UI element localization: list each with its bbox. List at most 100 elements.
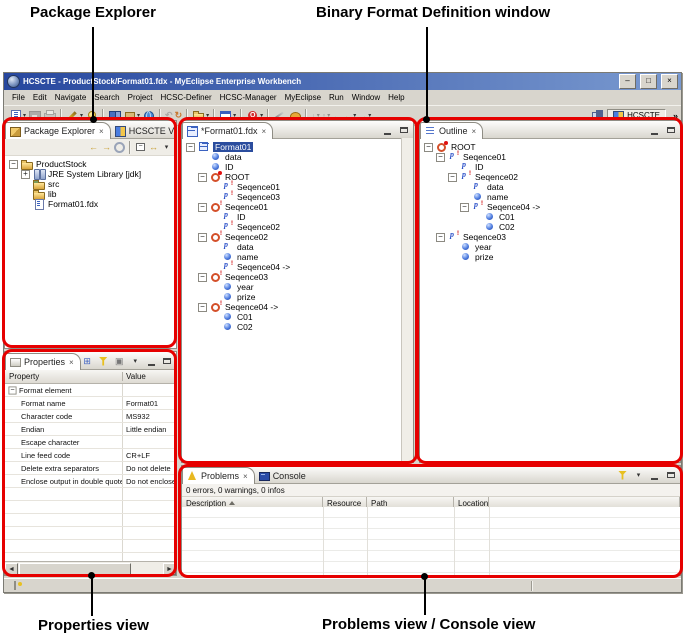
property-row-format-name[interactable]: Format nameFormat01 <box>5 397 176 410</box>
column-property[interactable]: Property <box>5 372 123 381</box>
tab-console[interactable]: Console <box>255 468 312 483</box>
tree-item-prize[interactable]: prize <box>420 252 680 262</box>
maximize-view-button[interactable] <box>664 469 677 481</box>
menu-help[interactable]: Help <box>384 92 408 103</box>
collapse-all-button[interactable] <box>134 141 147 153</box>
close-tab-icon[interactable]: × <box>262 127 267 136</box>
tree-item-seqence01[interactable]: Seqence01 <box>182 182 413 192</box>
filter-properties-button[interactable] <box>97 355 110 367</box>
expander-icon[interactable]: − <box>186 143 195 152</box>
expander-icon[interactable]: − <box>198 173 207 182</box>
tree-item-id[interactable]: ID <box>182 212 413 222</box>
tree-item-c02[interactable]: C02 <box>182 322 413 332</box>
tree-item-seqence02[interactable]: −Seqence02 <box>420 172 680 182</box>
menu-project[interactable]: Project <box>124 92 157 103</box>
expander-icon[interactable]: − <box>448 173 457 182</box>
expander-icon[interactable]: − <box>424 143 433 152</box>
titlebar[interactable]: HCSCTE - ProductStock/Format01.fdx - MyE… <box>4 73 681 90</box>
link-with-editor-button[interactable]: ↔ <box>147 141 160 153</box>
tree-item-productstock[interactable]: −ProductStock <box>5 159 176 169</box>
tree-item-seqence02[interactable]: −Seqence02 <box>182 232 413 242</box>
restore-default-button[interactable]: ▣ <box>113 355 126 367</box>
tree-item-seqence04[interactable]: Seqence04 -> <box>182 262 413 272</box>
tab-format01-fdx[interactable]: *Format01.fdx × <box>182 122 273 139</box>
tree-item-seqence02[interactable]: Seqence02 <box>182 222 413 232</box>
tree-item-seqence01[interactable]: −Seqence01 <box>182 202 413 212</box>
tree-item-prize[interactable]: prize <box>182 292 413 302</box>
maximize-view-button[interactable] <box>397 124 410 136</box>
expander-icon[interactable]: + <box>21 170 30 179</box>
window-close-button[interactable]: × <box>661 74 678 89</box>
expander-icon[interactable]: − <box>460 203 469 212</box>
view-menu-button[interactable]: ▾ <box>160 141 173 153</box>
minimize-view-button[interactable] <box>145 355 158 367</box>
maximize-view-button[interactable] <box>664 124 677 136</box>
minimize-view-button[interactable] <box>381 124 394 136</box>
tree-item-id[interactable]: ID <box>182 162 413 172</box>
property-row-delete-extra-separators[interactable]: Delete extra separatorsDo not delete <box>5 462 176 475</box>
expander-icon[interactable]: − <box>436 233 445 242</box>
tree-item-root[interactable]: −ROOT <box>420 142 680 152</box>
tree-item-name[interactable]: name <box>420 192 680 202</box>
menu-run[interactable]: Run <box>325 92 348 103</box>
expander-icon[interactable]: − <box>436 153 445 162</box>
tab-outline[interactable]: Outline × <box>420 122 483 139</box>
tree-item-seqence03[interactable]: Seqence03 <box>182 192 413 202</box>
tree-item-data[interactable]: data <box>182 242 413 252</box>
tree-item-format01[interactable]: −Format01 <box>182 142 413 152</box>
editor-vertical-scrollbar[interactable] <box>401 138 413 462</box>
menu-search[interactable]: Search <box>90 92 123 103</box>
tree-item-data[interactable]: data <box>420 182 680 192</box>
view-menu-button[interactable]: ▾ <box>632 469 645 481</box>
close-tab-icon[interactable]: × <box>69 358 74 367</box>
tree-item-src[interactable]: src <box>5 179 176 189</box>
tree-item-jre-system-library-jdk[interactable]: +JRE System Library [jdk] <box>5 169 176 179</box>
tree-item-seqence03[interactable]: −Seqence03 <box>420 232 680 242</box>
tree-item-id[interactable]: ID <box>420 162 680 172</box>
minimize-view-button[interactable] <box>648 124 661 136</box>
filter-problems-button[interactable] <box>616 469 629 481</box>
menu-edit[interactable]: Edit <box>29 92 51 103</box>
expander-icon[interactable]: − <box>198 233 207 242</box>
expander-icon[interactable]: − <box>8 386 16 394</box>
column-value[interactable]: Value <box>123 372 176 381</box>
property-row-character-code[interactable]: Character codeMS932 <box>5 410 176 423</box>
close-tab-icon[interactable]: × <box>243 472 248 481</box>
close-tab-icon[interactable]: × <box>99 127 104 136</box>
menu-hcsc-manager[interactable]: HCSC-Manager <box>216 92 281 103</box>
menu-window[interactable]: Window <box>348 92 384 103</box>
menu-hcsc-definer[interactable]: HCSC-Definer <box>157 92 216 103</box>
tab-problems[interactable]: Problems × <box>182 467 255 484</box>
forward-button[interactable]: → <box>100 141 113 153</box>
tree-item-seqence01[interactable]: −Seqence01 <box>420 152 680 162</box>
tree-item-year[interactable]: year <box>420 242 680 252</box>
tree-item-year[interactable]: year <box>182 282 413 292</box>
tree-item-c01[interactable]: C01 <box>420 212 680 222</box>
tree-item-c01[interactable]: C01 <box>182 312 413 322</box>
menu-myeclipse[interactable]: MyEclipse <box>281 92 325 103</box>
expander-icon[interactable]: − <box>198 273 207 282</box>
expander-icon[interactable]: − <box>9 160 18 169</box>
view-menu-button[interactable]: ▾ <box>129 355 142 367</box>
scroll-left-icon[interactable]: ◄ <box>5 563 18 575</box>
window-maximize-button[interactable]: □ <box>640 74 657 89</box>
expander-icon[interactable]: − <box>198 203 207 212</box>
tree-item-data[interactable]: data <box>182 152 413 162</box>
tree-item-seqence03[interactable]: −Seqence03 <box>182 272 413 282</box>
expander-icon[interactable]: − <box>198 303 207 312</box>
maximize-view-button[interactable] <box>161 355 174 367</box>
tree-item-root[interactable]: −ROOT <box>182 172 413 182</box>
back-button[interactable]: ← <box>87 141 100 153</box>
perspective-overflow-chevron[interactable]: » <box>673 111 678 121</box>
menu-file[interactable]: File <box>8 92 29 103</box>
collapse-button[interactable] <box>113 141 126 153</box>
show-categories-button[interactable]: ⊞ <box>81 355 94 367</box>
tree-item-format01-fdx[interactable]: Format01.fdx <box>5 199 176 209</box>
tree-item-seqence04[interactable]: −Seqence04 -> <box>182 302 413 312</box>
property-row-enclose-output-in-double-quotes[interactable]: Enclose output in double quotesDo not en… <box>5 475 176 488</box>
minimize-view-button[interactable] <box>648 469 661 481</box>
tab-hcscte-view[interactable]: HCSCTE View <box>111 123 177 138</box>
property-row-line-feed-code[interactable]: Line feed codeCR+LF <box>5 449 176 462</box>
window-minimize-button[interactable]: – <box>619 74 636 89</box>
property-row-endian[interactable]: EndianLittle endian <box>5 423 176 436</box>
